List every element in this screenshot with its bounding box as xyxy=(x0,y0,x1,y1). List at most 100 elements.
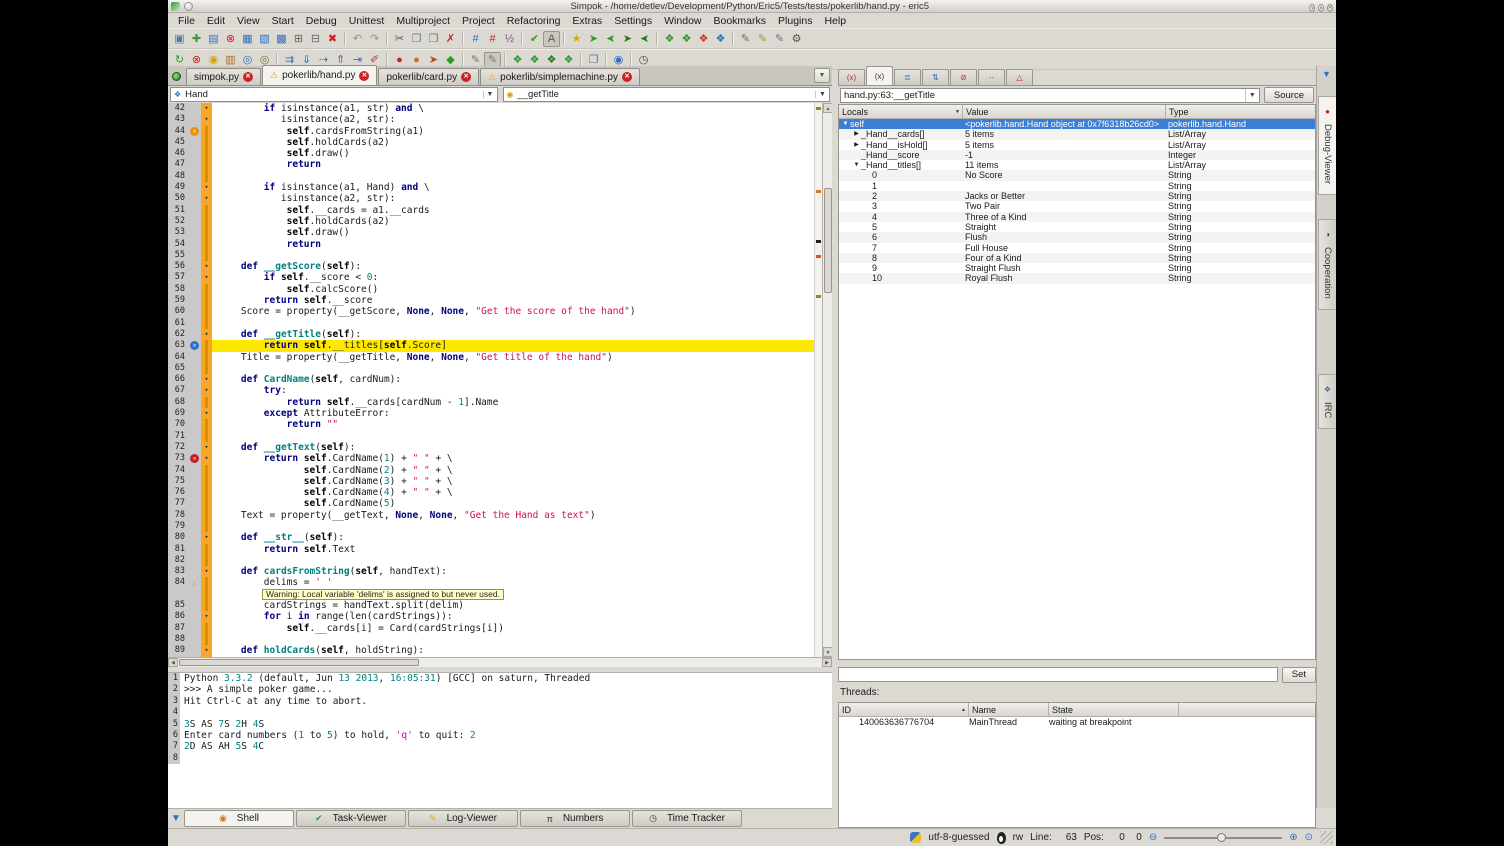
menu-file[interactable]: File xyxy=(172,15,201,27)
close-icon[interactable]: ✕ xyxy=(243,72,253,82)
expander-closed-icon[interactable]: ▶ xyxy=(852,129,861,139)
class-combo[interactable]: ❖ Hand ▼ xyxy=(170,87,498,102)
locals-row[interactable]: 1String xyxy=(839,181,1315,191)
fold-margin[interactable] xyxy=(201,318,212,329)
locals-row[interactable]: 4Three of a KindString xyxy=(839,212,1315,222)
sidebar-tab-debug-viewer[interactable]: ●Debug-Viewer xyxy=(1318,96,1336,195)
fold-margin[interactable] xyxy=(201,600,212,611)
close-icon[interactable]: ✕ xyxy=(461,72,471,82)
fold-margin[interactable] xyxy=(201,487,212,498)
source-button[interactable]: Source xyxy=(1264,87,1314,103)
locals-row[interactable]: _Hand__score-1Integer xyxy=(839,150,1315,160)
fold-margin[interactable] xyxy=(201,340,212,351)
fold-arrow-icon[interactable]: ▾ xyxy=(201,272,212,283)
gutter-icon-slot[interactable] xyxy=(188,498,201,509)
locals-header-type[interactable]: Type xyxy=(1166,105,1315,118)
fold-margin[interactable] xyxy=(201,555,212,566)
menu-view[interactable]: View xyxy=(231,15,266,27)
locals-row[interactable]: 9Straight FlushString xyxy=(839,263,1315,273)
new-window-button[interactable]: ▣ xyxy=(171,31,188,47)
gutter-icon-slot[interactable] xyxy=(188,216,201,227)
gutter-icon-slot[interactable] xyxy=(188,555,201,566)
fold-margin[interactable] xyxy=(201,510,212,521)
uncomment-button[interactable]: # xyxy=(484,31,501,47)
current-line-icon[interactable]: ✕ xyxy=(190,341,199,350)
menu-project[interactable]: Project xyxy=(456,15,501,27)
close-icon[interactable]: ✕ xyxy=(359,71,369,81)
gutter-icon-slot[interactable] xyxy=(188,600,201,611)
fold-margin[interactable] xyxy=(201,476,212,487)
fold-margin[interactable] xyxy=(201,634,212,645)
bookmark-file-next-button[interactable]: ➤ xyxy=(619,31,636,47)
gutter-icon-slot[interactable] xyxy=(188,487,201,498)
menu-multiproject[interactable]: Multiproject xyxy=(390,15,456,27)
zoom-reset-icon[interactable]: ⊙ xyxy=(1305,832,1313,843)
gutter-icon-slot[interactable] xyxy=(188,227,201,238)
bookmark-next-button[interactable]: ➤ xyxy=(585,31,602,47)
error-icon[interactable]: ✕ xyxy=(190,454,199,463)
set-button[interactable]: Set xyxy=(1282,667,1316,683)
spell-check-button[interactable]: ✔ xyxy=(526,31,543,47)
fold-margin[interactable] xyxy=(201,126,212,137)
gutter-icon-slot[interactable] xyxy=(188,182,201,193)
resize-grip[interactable] xyxy=(1320,831,1333,844)
exceptions-tab[interactable]: △ xyxy=(1006,69,1033,85)
menu-unittest[interactable]: Unittest xyxy=(343,15,391,27)
fold-margin[interactable] xyxy=(201,363,212,374)
fold-margin[interactable] xyxy=(201,577,212,588)
fold-margin[interactable] xyxy=(201,216,212,227)
editor-tab-pokerlib-card-py[interactable]: pokerlib/card.py✕ xyxy=(378,68,479,85)
gutter-icon-slot[interactable] xyxy=(188,284,201,295)
locals-row[interactable]: 8Four of a KindString xyxy=(839,253,1315,263)
window-menu-button[interactable] xyxy=(184,2,193,11)
gutter-icon-slot[interactable] xyxy=(188,114,201,125)
fold-margin[interactable] xyxy=(201,171,212,182)
fold-arrow-icon[interactable]: ▾ xyxy=(201,374,212,385)
toggle-comment-button[interactable]: ½ xyxy=(501,31,518,47)
change-next-button[interactable]: ❖ xyxy=(712,31,729,47)
gutter-icon-slot[interactable] xyxy=(188,250,201,261)
gutter-icon-slot[interactable] xyxy=(188,431,201,442)
call-trace-tab[interactable]: ⇅ xyxy=(922,69,949,85)
filter-icon[interactable]: ▼ xyxy=(168,813,184,824)
variable-input[interactable] xyxy=(838,667,1278,682)
editor-tab-simpok-py[interactable]: simpok.py✕ xyxy=(186,68,261,85)
fold-margin[interactable] xyxy=(201,397,212,408)
locals-row[interactable]: ▶_Hand__cards[]5 itemsList/Array xyxy=(839,129,1315,139)
gutter-icon-slot[interactable] xyxy=(188,465,201,476)
call-stack-tab[interactable]: ≣ xyxy=(894,69,921,85)
fold-margin[interactable] xyxy=(201,227,212,238)
gutter-icon-slot[interactable] xyxy=(188,148,201,159)
document-save-button[interactable]: ▦ xyxy=(239,31,256,47)
fold-margin[interactable] xyxy=(201,465,212,476)
editor-tab-pokerlib-hand-py[interactable]: ⚠pokerlib/hand.py✕ xyxy=(262,65,377,85)
fold-margin[interactable] xyxy=(201,148,212,159)
fold-margin[interactable] xyxy=(201,419,212,430)
globals-viewer-tab[interactable]: (x) xyxy=(838,69,865,85)
locals-row[interactable]: ▶_Hand__isHold[]5 itemsList/Array xyxy=(839,140,1315,150)
code-editor[interactable]: 42▾ if isinstance(a1, str) and \43▾ isin… xyxy=(168,103,832,657)
bookmark-prev-button[interactable]: ➤ xyxy=(602,31,619,47)
watchpoints-tab[interactable]: ·· xyxy=(978,69,1005,85)
locals-row[interactable]: ▼self<pokerlib.hand.Hand object at 0x7f6… xyxy=(839,119,1315,129)
paste-button[interactable]: ❒ xyxy=(425,31,442,47)
sidebar-tab-irc[interactable]: ❖IRC xyxy=(1318,374,1336,429)
fold-margin[interactable] xyxy=(201,544,212,555)
gutter-icon-slot[interactable] xyxy=(188,374,201,385)
gutter-icon-slot[interactable] xyxy=(188,544,201,555)
menu-refactoring[interactable]: Refactoring xyxy=(501,15,567,27)
menu-extras[interactable]: Extras xyxy=(566,15,608,27)
document-open-button[interactable]: ▤ xyxy=(205,31,222,47)
fold-margin[interactable] xyxy=(201,295,212,306)
locals-row[interactable]: 2Jacks or BetterString xyxy=(839,191,1315,201)
bookmark-file-prev-button[interactable]: ➤ xyxy=(636,31,653,47)
gutter-icon-slot[interactable] xyxy=(188,510,201,521)
gutter-icon-slot[interactable] xyxy=(188,329,201,340)
gutter-icon-slot[interactable] xyxy=(188,634,201,645)
fold-arrow-icon[interactable]: ▾ xyxy=(201,453,212,464)
locals-row[interactable]: 5StraightString xyxy=(839,222,1315,232)
gutter-icon-slot[interactable] xyxy=(188,442,201,453)
fold-arrow-icon[interactable]: ▾ xyxy=(201,566,212,577)
gutter-icon-slot[interactable] xyxy=(188,352,201,363)
locals-row[interactable]: 3Two PairString xyxy=(839,201,1315,211)
